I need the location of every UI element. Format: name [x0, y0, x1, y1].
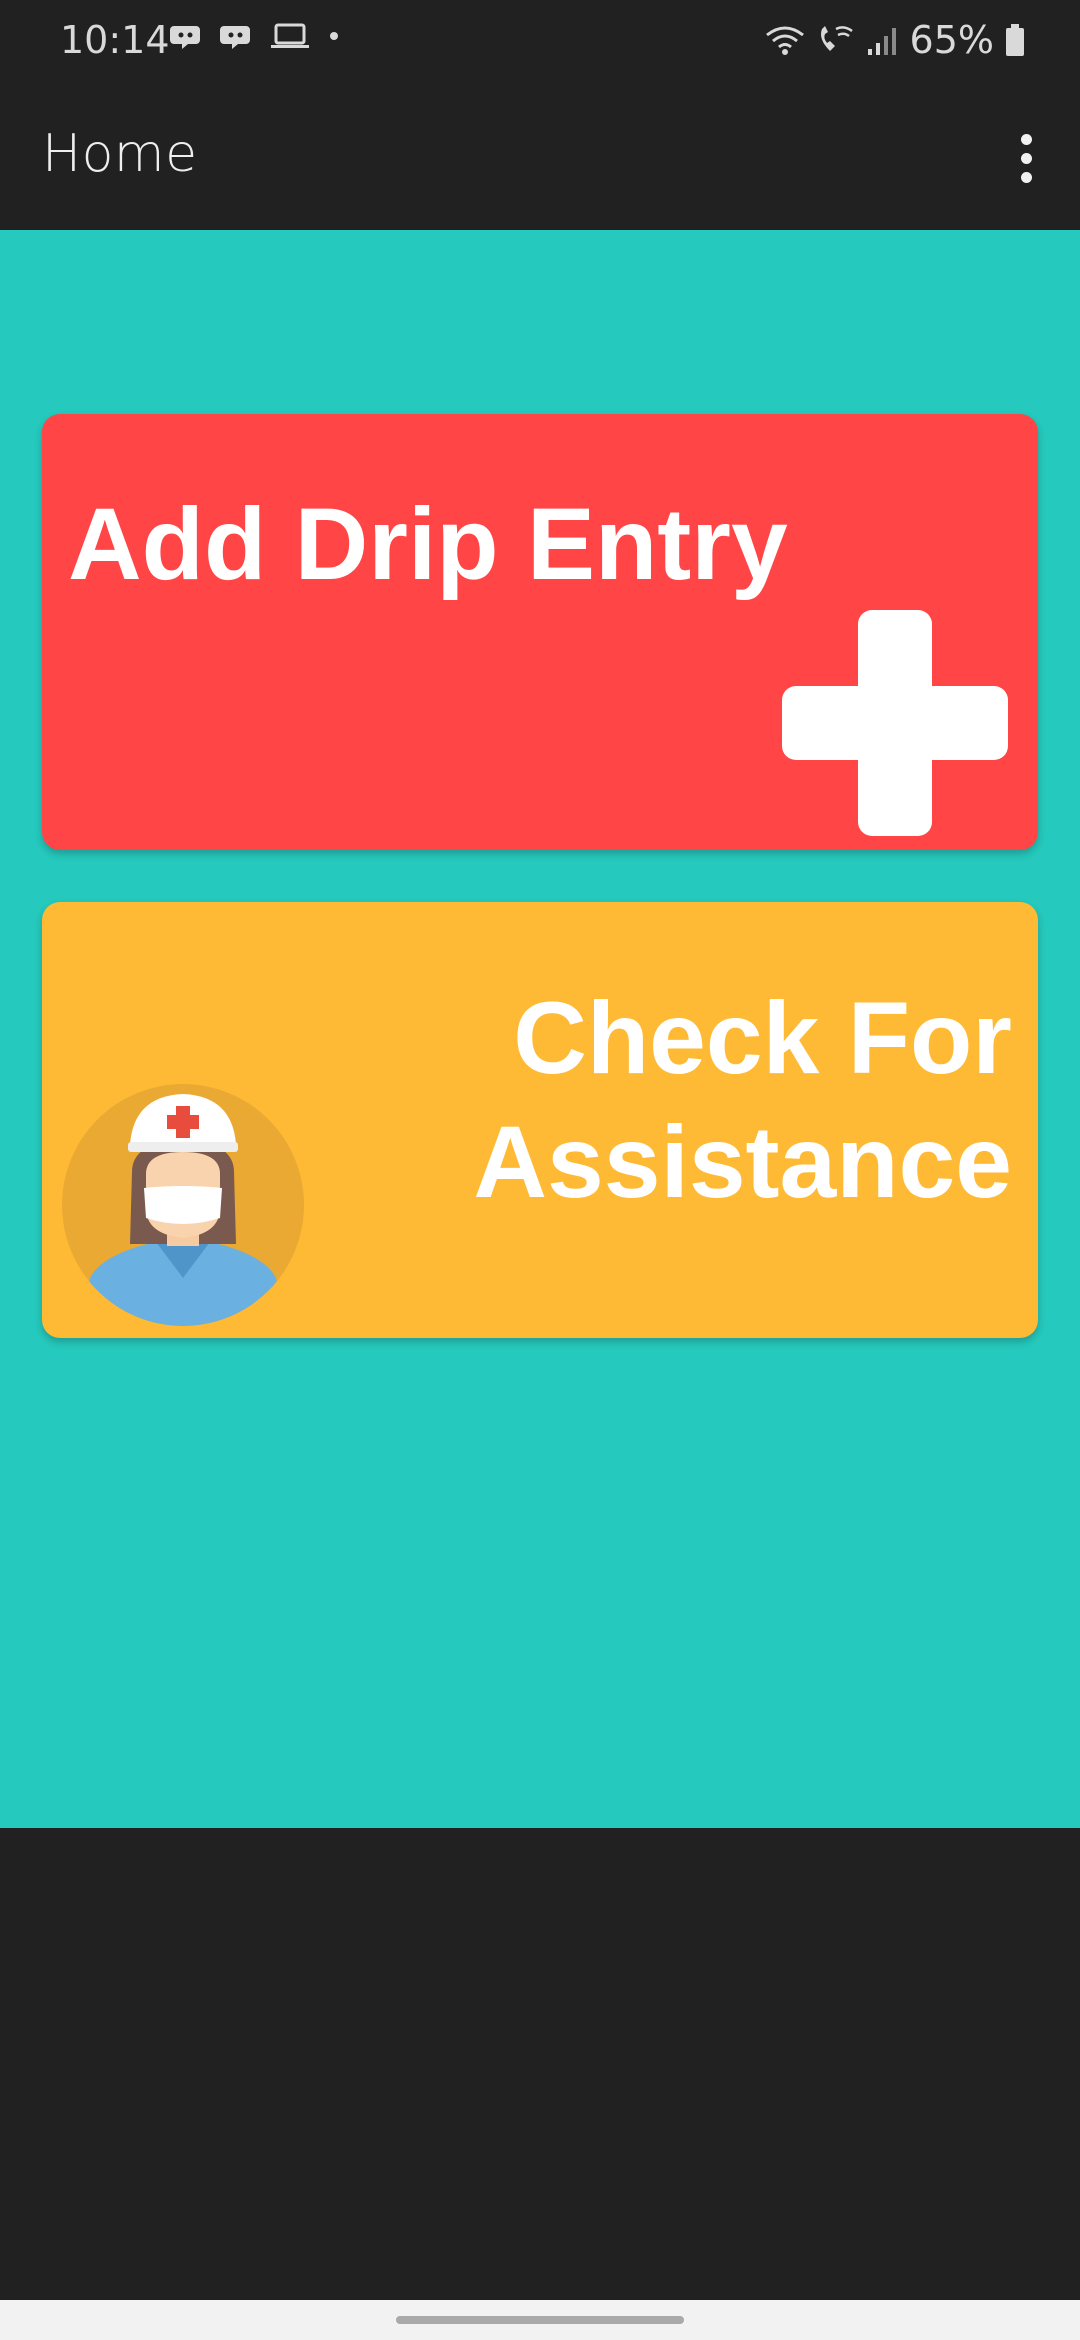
nurse-icon — [62, 1084, 304, 1326]
check-for-assistance-card[interactable]: Check For Assistance — [42, 902, 1038, 1338]
wifi-icon — [765, 26, 804, 55]
status-right: 65% — [764, 18, 1026, 62]
main-content: Add Drip Entry Check For Assistance — [0, 230, 1080, 1828]
assistance-line-1: Check For — [513, 981, 1012, 1095]
signal-icon — [867, 28, 896, 55]
status-time: 10:14 — [60, 18, 170, 62]
more-vert-icon-dot — [1020, 171, 1032, 183]
discord-icon — [220, 26, 250, 49]
assistance-line-2: Assistance — [473, 1105, 1012, 1219]
discord-icon — [170, 26, 200, 49]
add-drip-entry-card[interactable]: Add Drip Entry — [42, 414, 1038, 850]
battery-percent: 65% — [909, 18, 994, 62]
add-drip-entry-label: Add Drip Entry — [68, 487, 788, 601]
more-vert-icon-dot — [1020, 133, 1032, 145]
status-left-icons — [170, 22, 344, 50]
laptop-icon — [271, 23, 309, 48]
more-options-button[interactable] — [996, 120, 1056, 196]
app-bar: Home — [0, 84, 1080, 230]
navigation-bar — [0, 2300, 1080, 2340]
wifi-call-icon — [820, 26, 853, 51]
check-for-assistance-label: Check For Assistance — [372, 976, 1012, 1224]
plus-icon — [782, 610, 1008, 836]
home-gesture-handle[interactable] — [396, 2316, 684, 2324]
battery-icon — [1006, 24, 1024, 56]
more-vert-icon-dot — [1020, 152, 1032, 164]
status-bar: 10:14 65% — [0, 0, 1080, 84]
dot-icon — [330, 32, 338, 40]
page-title: Home — [42, 124, 198, 184]
